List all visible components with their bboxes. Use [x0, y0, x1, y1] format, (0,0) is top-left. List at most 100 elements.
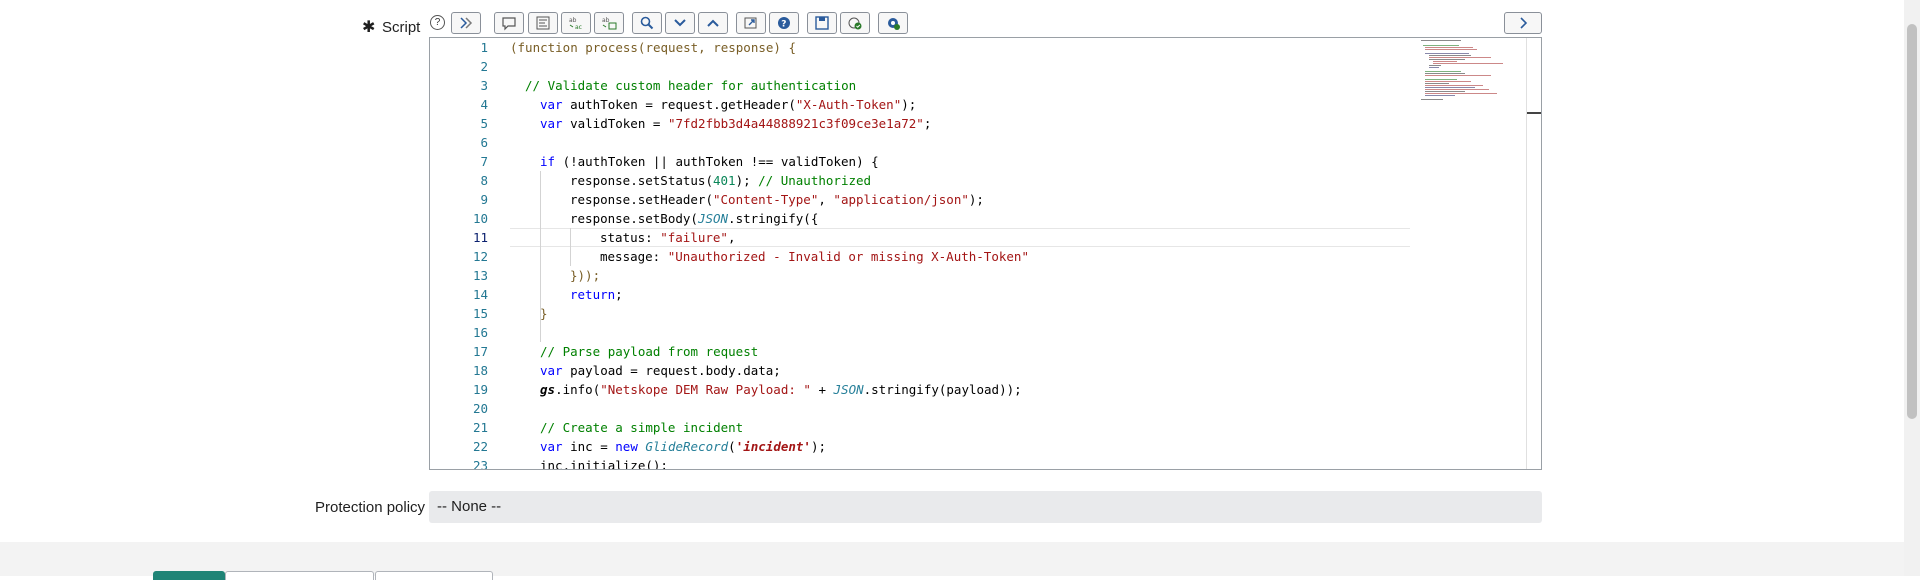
code-string: "Content-Type" [713, 192, 819, 207]
minimap-line [1429, 65, 1441, 66]
code-line: (function process(request, response) { [510, 38, 796, 57]
expand-panel-button[interactable] [1504, 12, 1542, 34]
fullscreen-button[interactable] [736, 12, 766, 34]
replace-icon: abac [569, 17, 582, 31]
code-string: "Unauthorized - Invalid or missing X-Aut… [667, 249, 1029, 264]
code-token: status: [600, 230, 661, 245]
code-string: "7fd2fbb3d4a44888921c3f09ce3e1a72" [667, 116, 924, 131]
code-line: })); [570, 266, 600, 285]
minimap-line [1425, 71, 1461, 72]
find-next-button[interactable] [665, 12, 695, 34]
code-token: , [818, 192, 834, 207]
code-line: gs.info("Netskope DEM Raw Payload: " + J… [540, 380, 1022, 399]
code-line: if (!authToken || authToken !== validTok… [540, 152, 879, 171]
script-debugger-button[interactable] [840, 12, 870, 34]
svg-text:?: ? [781, 20, 786, 30]
code-keyword: var [540, 363, 563, 378]
line-number: 3 [480, 78, 488, 93]
find-previous-button[interactable] [698, 12, 728, 34]
page-scrollbar-thumb[interactable] [1907, 24, 1917, 419]
protection-policy-label: Protection policy [315, 499, 426, 516]
help-button[interactable]: ? [769, 12, 799, 34]
code-token: authToken = request.getHeader( [562, 97, 796, 112]
minimap-line [1425, 93, 1497, 94]
code-token: validToken = [562, 116, 668, 131]
code-number: 401 [713, 173, 736, 188]
code-line: // Parse payload from request [540, 342, 758, 361]
format-button[interactable] [528, 12, 558, 34]
required-marker: ✱ [362, 19, 376, 36]
debug-button[interactable] [878, 12, 908, 34]
code-token: message: [600, 249, 668, 264]
line-number: 20 [472, 401, 488, 416]
code-object: gs [540, 382, 556, 397]
replace-all-button[interactable]: ab [594, 12, 624, 34]
code-token: })); [570, 268, 601, 283]
save-button[interactable] [807, 12, 837, 34]
minimap-line [1425, 91, 1465, 92]
line-number: 22 [472, 439, 488, 454]
minimap-line [1429, 67, 1439, 68]
code-line: response.setBody(JSON.stringify({ [570, 209, 818, 228]
protection-policy-select[interactable]: -- None -- [429, 491, 1542, 523]
chevron-down-icon [674, 19, 686, 27]
code-editor[interactable]: 1 2 3 4 5 6 7 8 9 10 11 12 13 14 15 16 1… [429, 37, 1542, 470]
minimap-line [1423, 45, 1459, 46]
editor-scrollbar[interactable] [1526, 38, 1541, 469]
code-token: ); [901, 97, 917, 112]
line-number-current: 11 [472, 230, 488, 245]
line-number: 21 [472, 420, 488, 435]
question-icon: ? [778, 17, 790, 30]
code-line: return; [570, 285, 623, 304]
line-number: 18 [472, 363, 488, 378]
chevron-up-icon [707, 19, 719, 27]
code-token: response.setStatus( [570, 173, 713, 188]
line-number: 1 [480, 40, 488, 55]
line-number: 16 [472, 325, 488, 340]
minimap-line [1429, 59, 1465, 60]
code-minimap[interactable] [1419, 38, 1529, 469]
code-token: .stringify({ [728, 211, 819, 226]
replace-button[interactable]: ab ac [561, 12, 591, 34]
code-line: var authToken = request.getHeader("X-Aut… [540, 95, 916, 114]
code-token: response.setBody( [570, 211, 698, 226]
search-button[interactable] [632, 12, 662, 34]
line-number: 12 [472, 249, 488, 264]
scroll-position-marker [1527, 112, 1541, 114]
line-number: 7 [480, 154, 488, 169]
minimap-line [1421, 99, 1443, 100]
code-string: "failure" [660, 230, 728, 245]
code-token: ( [728, 439, 736, 454]
minimap-line [1425, 85, 1483, 86]
code-token: response.setHeader( [570, 192, 713, 207]
code-keyword: var [540, 116, 563, 131]
page-scrollbar[interactable] [1904, 0, 1920, 576]
save-icon [815, 16, 829, 30]
minimap-line [1425, 75, 1491, 76]
toggle-syntax-button[interactable] [451, 12, 481, 34]
help-circle-icon[interactable]: ? [430, 15, 445, 30]
code-token: + [810, 382, 834, 397]
code-token: payload = request.body.data; [562, 363, 781, 378]
minimap-line [1425, 53, 1469, 54]
line-number: 9 [480, 192, 488, 207]
code-line: message: "Unauthorized - Invalid or miss… [600, 247, 1029, 266]
code-keyword: var [540, 439, 563, 454]
code-line: } [540, 304, 548, 323]
code-comment: // Unauthorized [758, 173, 872, 188]
code-object: JSON [697, 211, 729, 226]
code-string: "X-Auth-Token" [795, 97, 902, 112]
svg-text:ac: ac [575, 24, 582, 31]
minimap-line [1425, 49, 1477, 50]
minimap-line [1429, 55, 1471, 56]
search-icon [640, 16, 654, 30]
line-number: 17 [472, 344, 488, 359]
code-token: (function process(request, response) { [510, 40, 796, 55]
code-token: ); [810, 439, 827, 454]
code-line: var validToken = "7fd2fbb3d4a44888921c3f… [540, 114, 931, 133]
code-token: ; [615, 287, 623, 302]
code-line: status: "failure", [600, 228, 735, 247]
comment-button[interactable] [494, 12, 524, 34]
code-keyword: new [615, 439, 638, 454]
code-line: var payload = request.body.data; [540, 361, 781, 380]
